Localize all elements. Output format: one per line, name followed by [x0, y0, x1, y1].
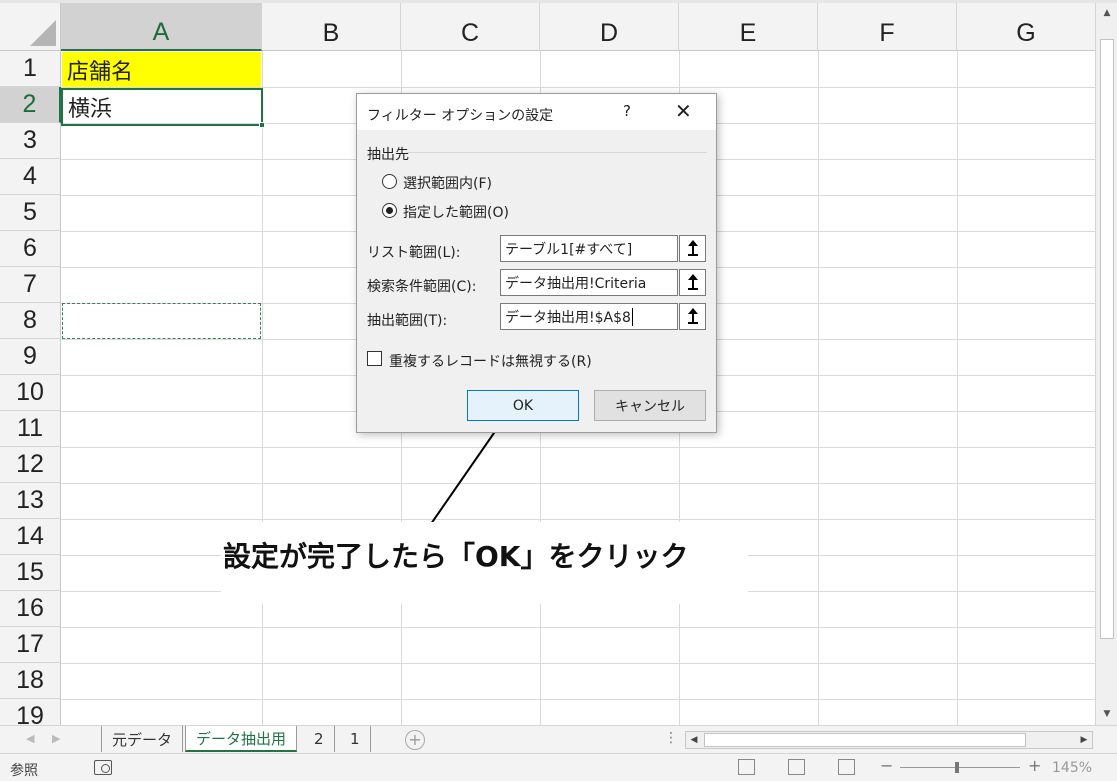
criteria-range-value: データ抽出用!Criteria: [505, 275, 647, 292]
scroll-right-icon[interactable]: ▶: [1077, 733, 1091, 747]
copy-to-collapse-button[interactable]: [679, 303, 706, 330]
advanced-filter-dialog: フィルター オプションの設定 ? ✕ 抽出先 選択範囲内(F) 指定した範囲(O…: [356, 93, 717, 433]
sheet-tab-1[interactable]: 1: [340, 726, 371, 752]
tab-scroll-right-icon[interactable]: ▶: [52, 732, 60, 745]
group-divider: [407, 152, 707, 153]
macro-record-icon[interactable]: [94, 760, 112, 775]
page-layout-view-icon[interactable]: [788, 759, 805, 775]
sheet-tab-bar: ◀ ▶ 元データ データ抽出用 2 1 + ⋮ ◀ ▶: [0, 725, 1117, 753]
list-range-input[interactable]: テーブル1[#すべて]: [500, 235, 678, 262]
list-range-label: リスト範囲(L):: [367, 245, 461, 261]
text-caret: [631, 307, 633, 326]
list-range-value: テーブル1[#すべて]: [505, 241, 633, 258]
close-icon[interactable]: ✕: [675, 99, 692, 123]
scroll-left-icon[interactable]: ◀: [687, 733, 701, 747]
radio-copy-to-location-label[interactable]: 指定した範囲(O): [403, 202, 509, 222]
help-icon[interactable]: ?: [623, 102, 631, 120]
status-mode: 参照: [10, 763, 38, 779]
tab-splitter-icon[interactable]: ⋮: [664, 730, 678, 746]
radio-copy-to-location[interactable]: [382, 203, 397, 218]
cancel-button[interactable]: キャンセル: [594, 390, 706, 421]
zoom-out-icon[interactable]: −: [880, 756, 893, 775]
radio-filter-in-place[interactable]: [382, 174, 397, 189]
list-range-collapse-button[interactable]: [679, 235, 706, 262]
copy-to-input[interactable]: データ抽出用!$A$8: [500, 303, 678, 330]
instruction-callout: 設定が完了したら「OK」をクリック: [223, 540, 689, 573]
tab-scroll-left-icon[interactable]: ◀: [26, 732, 34, 745]
copy-to-value: データ抽出用!$A$8: [505, 309, 631, 326]
normal-view-icon[interactable]: [738, 759, 755, 775]
page-break-view-icon[interactable]: [838, 759, 855, 775]
criteria-range-label: 検索条件範囲(C):: [367, 279, 477, 295]
zoom-in-icon[interactable]: +: [1028, 756, 1041, 775]
unique-records-label[interactable]: 重複するレコードは無視する(R): [389, 351, 592, 371]
sheet-tab-2[interactable]: 2: [304, 726, 335, 752]
sheet-tab-extract[interactable]: データ抽出用: [185, 726, 298, 752]
zoom-slider-knob[interactable]: [955, 762, 959, 773]
ok-button[interactable]: OK: [467, 390, 579, 421]
horizontal-scrollbar[interactable]: ◀ ▶: [685, 731, 1093, 749]
sheet-tab-original[interactable]: 元データ: [101, 726, 184, 752]
criteria-range-input[interactable]: データ抽出用!Criteria: [500, 269, 678, 296]
status-bar: 参照 − + 145%: [0, 753, 1117, 781]
zoom-level[interactable]: 145%: [1052, 760, 1092, 776]
zoom-slider-track[interactable]: [900, 767, 1020, 768]
plus-icon[interactable]: +: [405, 730, 425, 750]
criteria-range-collapse-button[interactable]: [679, 269, 706, 296]
dialog-title: フィルター オプションの設定: [367, 108, 554, 124]
copy-to-label: 抽出範囲(T):: [367, 313, 448, 329]
horizontal-scroll-thumb[interactable]: [704, 733, 1026, 747]
action-group-label: 抽出先: [367, 147, 409, 163]
unique-records-checkbox[interactable]: [367, 351, 382, 366]
radio-filter-in-place-label[interactable]: 選択範囲内(F): [403, 173, 492, 193]
